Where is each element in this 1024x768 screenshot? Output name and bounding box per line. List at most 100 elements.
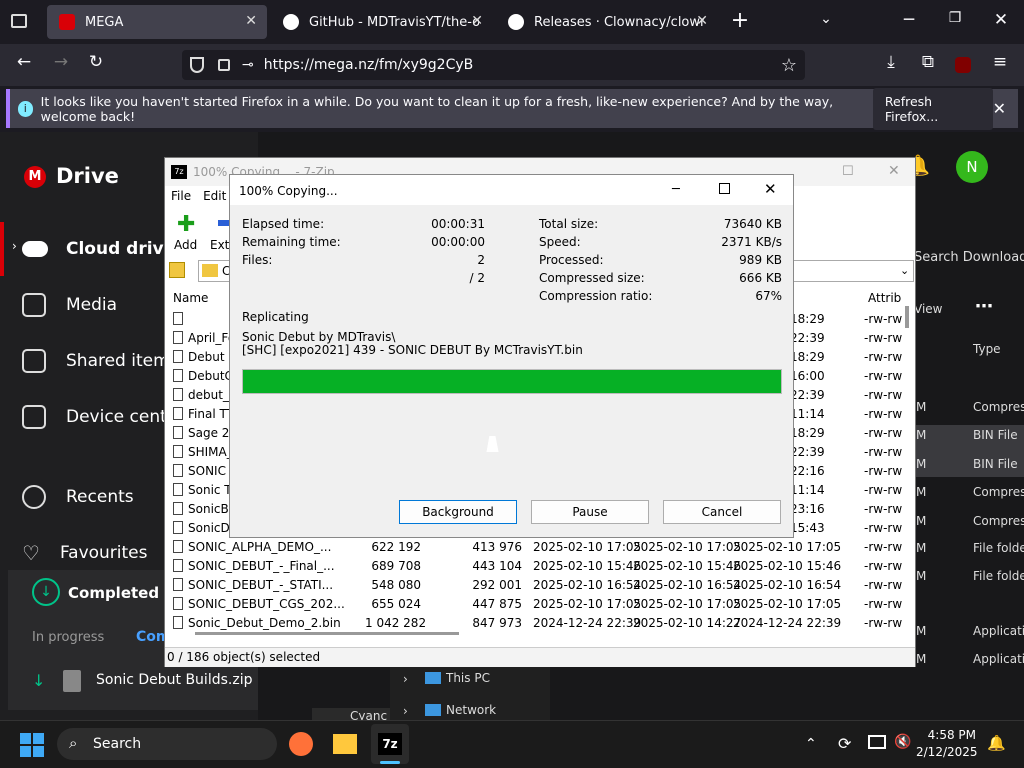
refresh-firefox-button[interactable]: Refresh Firefox... <box>872 87 993 130</box>
volume-muted-icon[interactable]: 🔇 <box>894 734 911 750</box>
restore-icon[interactable]: ☐ <box>842 164 854 179</box>
close-icon[interactable]: ✕ <box>471 13 483 29</box>
mega-row-type[interactable]: BIN File <box>973 457 1024 471</box>
sidebar-item-recents[interactable]: Recents <box>22 479 134 515</box>
cell-name: SONIC_ALPHA_DEMO_... <box>188 540 332 554</box>
notification-bell-icon[interactable]: 🔔 <box>987 734 1006 752</box>
tab-mega[interactable]: MEGA ✕ <box>47 5 267 39</box>
maximize-icon[interactable] <box>719 183 730 194</box>
clock-date[interactable]: 2/12/2025 <box>916 745 978 759</box>
network-status-icon[interactable] <box>868 735 886 749</box>
mega-row-type[interactable]: File folder <box>973 569 1024 583</box>
stat-value: 666 KB <box>739 271 782 285</box>
taskbar-search[interactable]: ⌕ Search <box>57 728 277 760</box>
view-dropdown[interactable]: View <box>914 302 942 316</box>
chevron-down-icon[interactable]: ⌄ <box>900 264 909 277</box>
cell-time: 22:39 <box>790 388 825 402</box>
shield-icon[interactable] <box>190 57 204 73</box>
cell-time: 22:16 <box>790 464 825 478</box>
tab-github[interactable]: GitHub - MDTravisYT/the-old-c ✕ <box>271 5 493 39</box>
close-window-icon[interactable]: ✕ <box>987 10 1015 30</box>
chevron-down-icon[interactable]: ⌄ <box>812 11 840 27</box>
add-icon[interactable]: ✚ <box>177 212 195 237</box>
tree-item-this-pc[interactable]: This PC <box>446 671 490 685</box>
lock-icon[interactable] <box>218 59 230 71</box>
sidebar-item-cloud-drive[interactable]: Cloud drive <box>22 231 175 267</box>
h-scrollbar-thumb[interactable] <box>195 632 459 635</box>
chevron-right-icon[interactable]: › <box>403 704 408 718</box>
file-explorer-icon[interactable] <box>333 734 357 754</box>
tray-chevron-up-icon[interactable]: ⌃ <box>805 736 817 752</box>
column-type[interactable]: Type <box>973 342 1001 356</box>
sync-icon[interactable]: ⟳ <box>838 734 851 753</box>
tab-in-progress[interactable]: In progress <box>32 630 104 645</box>
bookmark-star-icon[interactable]: ☆ <box>781 55 797 76</box>
tab-list-icon[interactable] <box>11 14 27 28</box>
chevron-right-icon[interactable]: › <box>12 239 17 253</box>
mega-row-type[interactable]: Compress <box>973 514 1024 528</box>
minimize-icon[interactable]: ─ <box>672 182 680 197</box>
minimize-icon[interactable]: ─ <box>895 10 923 30</box>
sidebar-item-shared-items[interactable]: Shared items <box>22 343 179 379</box>
download-file-name[interactable]: Sonic Debut Builds.zip <box>96 672 252 688</box>
menu-edit[interactable]: Edit <box>203 189 226 203</box>
cell-name: SHIMA_ <box>188 445 233 459</box>
restore-icon[interactable]: ❐ <box>941 10 969 26</box>
mega-row-type[interactable]: Applicatio <box>973 624 1024 638</box>
mega-row-type[interactable]: Compress <box>973 400 1024 414</box>
close-icon[interactable]: ✕ <box>888 163 900 179</box>
stat-label: Elapsed time: <box>242 217 325 231</box>
add-button[interactable]: Add <box>174 238 197 252</box>
sidebar-item-media[interactable]: Media <box>22 287 117 323</box>
ublock-icon[interactable] <box>955 57 971 73</box>
mega-row-type[interactable]: File folder <box>973 541 1024 555</box>
back-icon[interactable]: ← <box>10 52 38 72</box>
mega-row-type[interactable]: Applicatio <box>973 652 1024 666</box>
close-icon[interactable]: ✕ <box>993 99 1006 118</box>
cell-time: 18:29 <box>790 350 825 364</box>
downloads-icon[interactable]: ⤓ <box>877 52 905 72</box>
shared-folder-icon <box>22 349 46 373</box>
cell-accessed: 2024-12-24 22:39 <box>733 616 842 630</box>
column-attrib[interactable]: Attrib <box>868 291 901 305</box>
cell-size: 548 080 <box>371 578 421 592</box>
start-windows-icon[interactable] <box>20 733 44 757</box>
menu-icon[interactable]: ≡ <box>986 52 1014 72</box>
tab-label: GitHub - MDTravisYT/the-old-c <box>309 14 479 30</box>
search-downloads-input[interactable]: Search Downloads <box>914 250 1024 265</box>
table-row[interactable]: SONIC_ALPHA_DEMO_... 622 192 413 976 2025-0… <box>165 538 915 557</box>
mega-row-type[interactable]: BIN File <box>973 428 1024 442</box>
url-bar[interactable]: ⊸ https://mega.nz/fm/xy9g2CyB ☆ <box>182 50 805 80</box>
pause-button[interactable]: Pause <box>531 500 649 524</box>
table-row[interactable]: SONIC_DEBUT_CGS_202... 655 024 447 875 2025… <box>165 595 915 614</box>
table-row[interactable]: SONIC_DEBUT_-_Final_... 689 708 443 104 202… <box>165 557 915 576</box>
table-row[interactable]: Sonic_Debut_Demo_2.bin 1 042 282 847 973 20… <box>165 614 915 633</box>
cancel-button[interactable]: Cancel <box>663 500 781 524</box>
chevron-right-icon[interactable]: › <box>403 672 408 686</box>
sidebar-item-device-centre[interactable]: Device centre <box>22 399 184 435</box>
tree-item-network[interactable]: Network <box>446 703 496 717</box>
mega-row-type[interactable]: Compress <box>973 485 1024 499</box>
background-button[interactable]: Background <box>399 500 517 524</box>
sidebar-item-favourites[interactable]: ♡ Favourites <box>22 535 148 571</box>
firefox-icon[interactable] <box>289 732 313 756</box>
up-folder-icon[interactable] <box>169 262 185 278</box>
reload-icon[interactable]: ↻ <box>82 52 110 72</box>
current-path: Sonic Debut by MDTravis\ <box>242 330 396 344</box>
menu-file[interactable]: File <box>171 189 191 203</box>
permissions-icon[interactable]: ⊸ <box>242 57 254 73</box>
close-icon[interactable]: ✕ <box>764 180 777 198</box>
new-tab-icon[interactable]: + <box>726 8 754 33</box>
forward-icon[interactable]: → <box>47 52 75 72</box>
close-icon[interactable]: ✕ <box>245 13 257 29</box>
file-icon <box>173 445 183 458</box>
avatar[interactable]: N <box>956 151 988 183</box>
more-options-icon[interactable]: ⋯ <box>975 296 993 317</box>
extensions-icon[interactable]: ⧉ <box>914 52 942 72</box>
tab-releases[interactable]: Releases · Clownacy/clownasse ✕ <box>496 5 718 39</box>
url-text[interactable]: https://mega.nz/fm/xy9g2CyB <box>264 57 474 73</box>
close-icon[interactable]: ✕ <box>696 13 708 29</box>
clock-time[interactable]: 4:58 PM <box>924 728 976 742</box>
column-name[interactable]: Name <box>173 291 208 305</box>
table-row[interactable]: SONIC_DEBUT_-_STATI... 548 080 292 001 2025… <box>165 576 915 595</box>
